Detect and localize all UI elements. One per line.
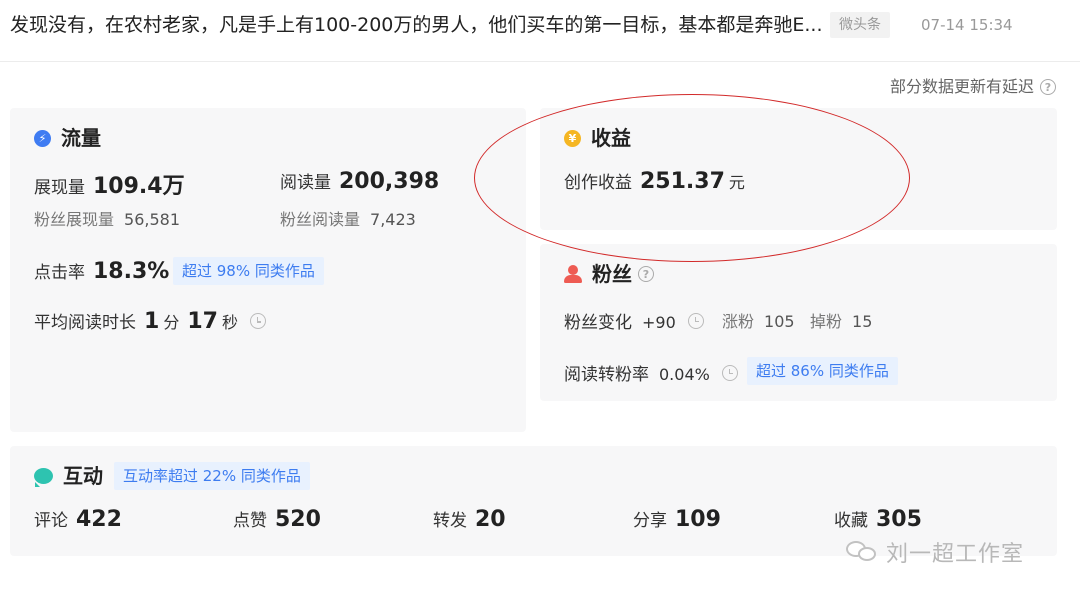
interaction-header: 互动 <box>34 462 103 490</box>
avg-read-time-label: 平均阅读时长 <box>34 313 136 333</box>
income-header: ¥ 收益 <box>564 124 631 152</box>
fan-loss-label: 掉粉 <box>810 312 843 331</box>
publish-time: 07-14 15:34 <box>921 16 1013 34</box>
likes-label: 点赞 <box>233 511 267 531</box>
traffic-title: 流量 <box>61 126 101 150</box>
creation-income-label: 创作收益 <box>564 173 632 193</box>
comments-metric: 评论 422 <box>34 506 122 532</box>
fan-change-metric: 粉丝变化 +90 <box>564 308 704 333</box>
fan-gain-value: 105 <box>764 312 795 331</box>
traffic-card: ⚡ 流量 展现量 109.4万 阅读量 200,398 粉丝展现量 56,581… <box>10 108 526 432</box>
income-card: ¥ 收益 创作收益 251.37 元 <box>540 108 1057 230</box>
shares-value: 109 <box>675 507 721 532</box>
impressions-metric: 展现量 109.4万 <box>34 168 185 200</box>
watermark-text: 刘一超工作室 <box>886 542 1025 567</box>
clock-icon[interactable] <box>249 313 266 329</box>
fans-title: 粉丝 <box>592 262 632 286</box>
favorites-label: 收藏 <box>834 511 868 531</box>
wechat-logo-icon <box>846 539 878 565</box>
comments-value: 422 <box>76 507 122 532</box>
ctr-metric: 点击率 18.3% <box>34 258 169 284</box>
reads-label: 阅读量 <box>280 173 331 193</box>
reads-metric: 阅读量 200,398 <box>280 168 439 194</box>
creation-income-metric: 创作收益 251.37 元 <box>564 168 745 194</box>
lightning-icon: ⚡ <box>34 129 51 147</box>
impressions-label: 展现量 <box>34 178 85 198</box>
avg-read-time-minutes: 1 <box>144 309 160 334</box>
seconds-unit: 秒 <box>221 313 238 332</box>
fan-impressions-value: 56,581 <box>124 210 180 229</box>
person-icon <box>564 265 582 283</box>
read-to-fan-metric: 阅读转粉率 0.04% <box>564 360 738 385</box>
fan-loss-metric: 掉粉 15 <box>810 308 872 332</box>
fans-header: 粉丝 ? <box>564 260 654 288</box>
article-header: 发现没有，在农村老家，凡是手上有100-200万的男人，他们买车的第一目标，基本… <box>0 0 1080 62</box>
fan-impressions-label: 粉丝展现量 <box>34 210 115 229</box>
fan-reads-metric: 粉丝阅读量 7,423 <box>280 206 416 230</box>
ctr-label: 点击率 <box>34 263 85 283</box>
fan-change-value: +90 <box>642 313 676 332</box>
watermark: 刘一超工作室 <box>846 536 1024 568</box>
ctr-rank-tag: 超过 98% 同类作品 <box>173 257 324 285</box>
income-title: 收益 <box>591 126 631 150</box>
currency-unit: 元 <box>728 173 745 192</box>
reads-value: 200,398 <box>339 169 440 194</box>
interaction-rank-tag: 互动率超过 22% 同类作品 <box>114 462 310 490</box>
fan-change-label: 粉丝变化 <box>564 313 632 333</box>
minutes-unit: 分 <box>163 313 180 332</box>
avg-read-time-seconds: 17 <box>187 309 218 334</box>
fans-card: 粉丝 ? 粉丝变化 +90 涨粉 105 掉粉 15 阅读转粉率 0.04% 超… <box>540 244 1057 401</box>
help-icon[interactable]: ? <box>1040 79 1056 95</box>
fan-loss-value: 15 <box>852 312 873 331</box>
shares-metric: 分享 109 <box>633 506 721 532</box>
fan-reads-value: 7,423 <box>370 210 416 229</box>
data-delay-notice: 部分数据更新有延迟 ? <box>890 76 1056 98</box>
read-to-fan-label: 阅读转粉率 <box>564 365 649 385</box>
creation-income-value: 251.37 <box>640 169 725 194</box>
clock-icon[interactable] <box>687 312 704 329</box>
yuan-coin-icon: ¥ <box>564 129 581 147</box>
fans-help-icon[interactable]: ? <box>638 266 654 282</box>
shares-label: 分享 <box>633 511 667 531</box>
ctr-value: 18.3% <box>93 259 170 284</box>
reposts-value: 20 <box>475 507 506 532</box>
likes-metric: 点赞 520 <box>233 506 321 532</box>
clock-icon[interactable] <box>721 364 738 381</box>
reposts-metric: 转发 20 <box>433 506 506 532</box>
article-type-badge: 微头条 <box>830 12 890 38</box>
reposts-label: 转发 <box>433 511 467 531</box>
read-to-fan-value: 0.04% <box>659 365 710 384</box>
favorites-value: 305 <box>876 507 922 532</box>
fan-conversion-rank-tag: 超过 86% 同类作品 <box>747 357 898 385</box>
likes-value: 520 <box>275 507 321 532</box>
fan-reads-label: 粉丝阅读量 <box>280 210 361 229</box>
avg-read-time-metric: 平均阅读时长 1 分 17 秒 <box>34 308 266 334</box>
fan-gain-label: 涨粉 <box>722 312 755 331</box>
favorites-metric: 收藏 305 <box>834 506 922 532</box>
traffic-header: ⚡ 流量 <box>34 124 101 152</box>
fan-gain-metric: 涨粉 105 <box>722 308 795 332</box>
interaction-title: 互动 <box>63 464 103 488</box>
chat-bubble-icon <box>34 468 53 487</box>
impressions-value: 109.4万 <box>93 174 185 199</box>
data-delay-notice-text: 部分数据更新有延迟 <box>889 77 1034 96</box>
comments-label: 评论 <box>34 511 68 531</box>
article-title[interactable]: 发现没有，在农村老家，凡是手上有100-200万的男人，他们买车的第一目标，基本… <box>10 12 822 38</box>
fan-impressions-metric: 粉丝展现量 56,581 <box>34 206 180 230</box>
